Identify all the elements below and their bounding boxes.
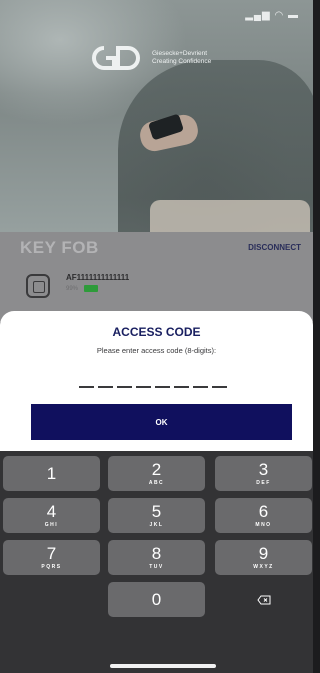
- disconnect-button[interactable]: DISCONNECT: [248, 243, 301, 252]
- key-number: 6: [258, 502, 269, 521]
- key-letters: TUV: [149, 564, 164, 570]
- code-digit-slot: [174, 386, 189, 388]
- code-digit-slot: [193, 386, 208, 388]
- backspace-icon: [256, 595, 270, 604]
- code-digit-slot: [98, 386, 113, 388]
- key-letters: WXYZ: [253, 564, 274, 570]
- keypad-key-8[interactable]: 8 TUV: [108, 540, 205, 575]
- home-indicator: [110, 664, 216, 668]
- keyfob-section: KEY FOB DISCONNECT AF1111111111111 99%: [0, 232, 313, 322]
- signal-icon: ▂▄▆: [245, 10, 271, 21]
- key-letters: PQRS: [41, 564, 62, 570]
- key-letters: GHI: [44, 522, 59, 528]
- numeric-keypad: 1 2 ABC 3 DEF 4 GHI 5 JKL 6 MNO 7 PQRS 8 TUV 9 WXYZ 0: [0, 451, 313, 673]
- status-bar: ▂▄▆ ◠ ▬: [245, 10, 299, 21]
- key-number: 7: [46, 544, 57, 563]
- key-number: 9: [258, 544, 269, 563]
- key-fob-icon: [26, 274, 50, 298]
- keypad-key-4[interactable]: 4 GHI: [3, 498, 100, 533]
- battery-icon: ▬: [288, 10, 299, 21]
- code-digit-slot: [136, 386, 151, 388]
- brand-name: Giesecke+Devrient: [152, 50, 208, 57]
- keypad-key-2[interactable]: 2 ABC: [108, 456, 205, 491]
- keypad-key-7[interactable]: 7 PQRS: [3, 540, 100, 575]
- keypad-key-3[interactable]: 3 DEF: [215, 456, 312, 491]
- dialog-title: ACCESS CODE: [112, 325, 201, 339]
- key-letters: DEF: [256, 480, 271, 486]
- ok-button[interactable]: OK: [31, 404, 292, 440]
- code-digit-slot: [155, 386, 170, 388]
- backspace-key[interactable]: [215, 582, 312, 617]
- access-code-dialog: ACCESS CODE Please enter access code (8-…: [0, 311, 313, 451]
- key-number: 4: [46, 502, 57, 521]
- code-digit-slot: [212, 386, 227, 388]
- key-letters: JKL: [149, 522, 164, 528]
- gd-logo-icon: [92, 46, 140, 70]
- code-digit-slot: [79, 386, 94, 388]
- wifi-icon: ◠: [274, 10, 285, 21]
- section-title: KEY FOB: [20, 238, 99, 257]
- keypad-key-6[interactable]: 6 MNO: [215, 498, 312, 533]
- keypad-key-9[interactable]: 9 WXYZ: [215, 540, 312, 575]
- dialog-subtitle: Please enter access code (8-digits):: [96, 346, 217, 355]
- key-number: 8: [151, 544, 162, 563]
- access-code-input[interactable]: [79, 386, 227, 388]
- key-number: 5: [151, 502, 162, 521]
- battery-indicator-icon: [84, 285, 98, 292]
- battery-percent: 99%: [66, 286, 79, 292]
- key-number: 2: [151, 460, 162, 479]
- key-number: 1: [46, 463, 57, 483]
- person-trousers: [150, 200, 310, 232]
- key-letters: ABC: [148, 480, 165, 486]
- hero-image: ▂▄▆ ◠ ▬ Giesecke+Devrient Creating Confi…: [0, 0, 313, 232]
- device-id: AF1111111111111: [66, 273, 130, 282]
- code-digit-slot: [117, 386, 132, 388]
- keypad-key-1[interactable]: 1: [3, 456, 100, 491]
- keypad-key-0[interactable]: 0: [108, 582, 205, 617]
- key-number: 0: [151, 589, 162, 609]
- brand-text: Giesecke+Devrient Creating Confidence: [152, 50, 211, 66]
- key-number: 3: [258, 460, 269, 479]
- brand-tagline: Creating Confidence: [152, 58, 212, 65]
- brand-logo: Giesecke+Devrient Creating Confidence: [88, 44, 211, 72]
- key-letters: MNO: [255, 522, 272, 528]
- keypad-key-5[interactable]: 5 JKL: [108, 498, 205, 533]
